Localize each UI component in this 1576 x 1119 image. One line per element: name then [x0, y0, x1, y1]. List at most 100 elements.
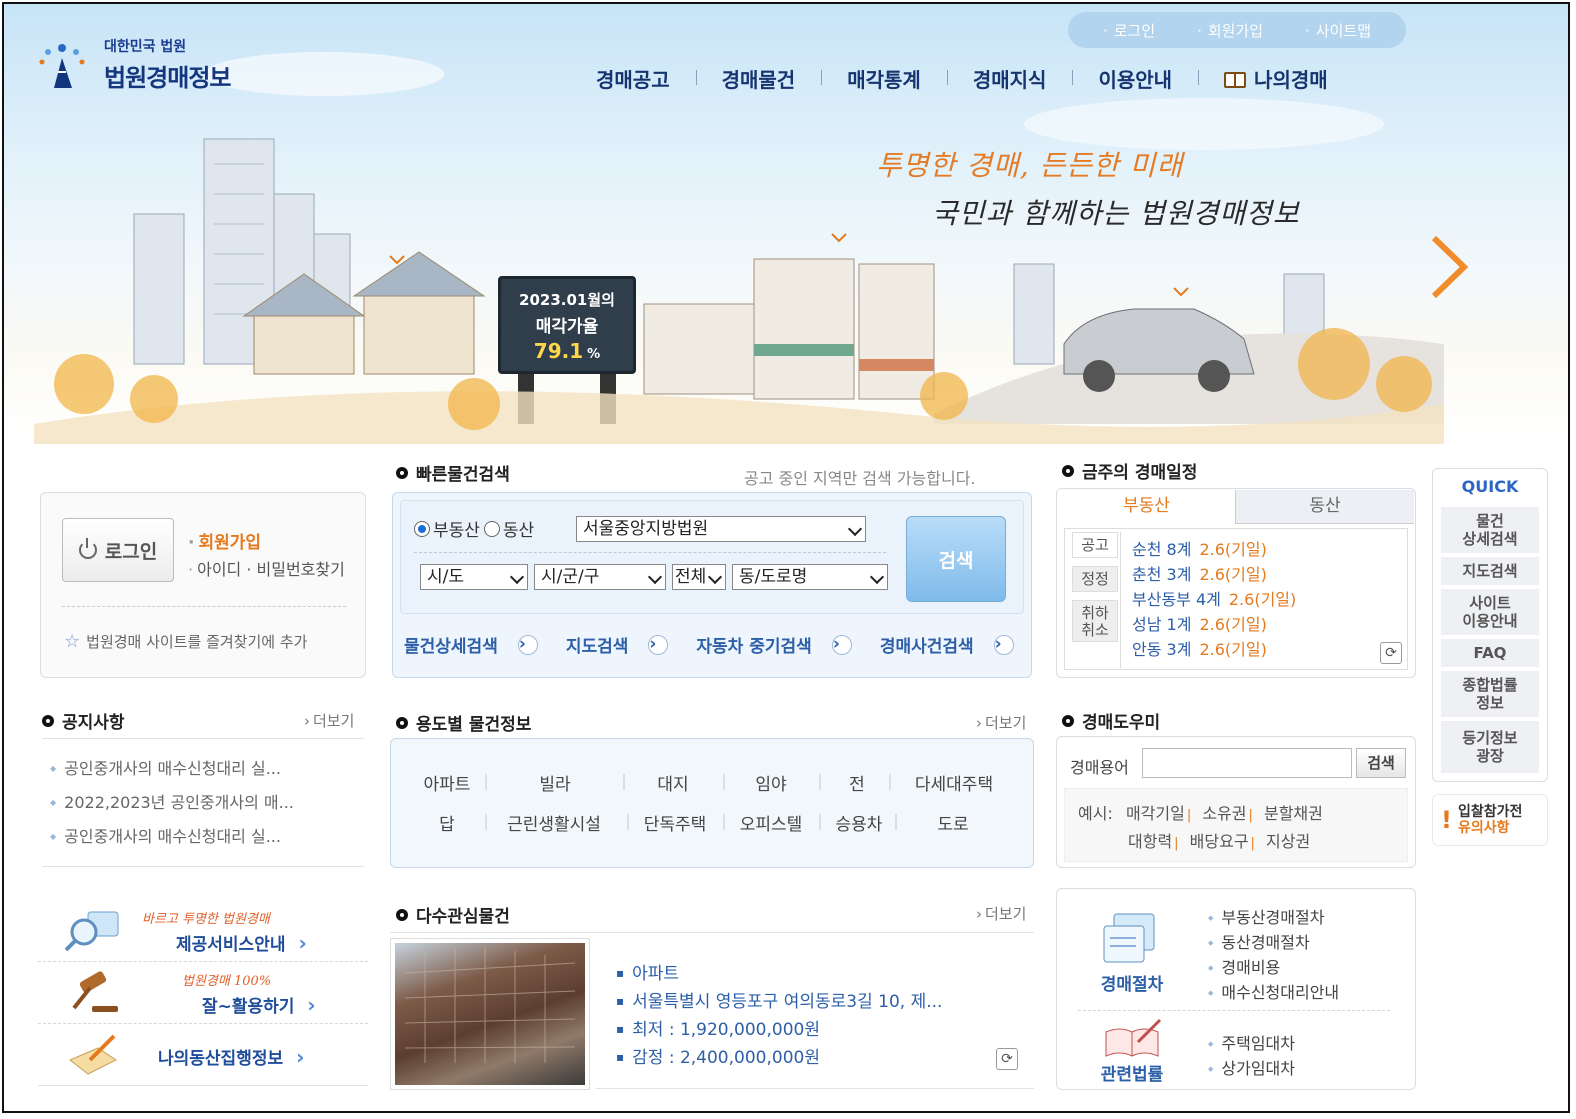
term-search-button[interactable]: 검색	[1356, 748, 1406, 778]
schedule-item[interactable]: 성남 1계 2.6(기일)	[1132, 611, 1296, 636]
link-case-search[interactable]: 경매사건검색 ›	[880, 632, 1028, 657]
procedure-item[interactable]: 부동산경매절차	[1208, 904, 1324, 928]
tab-realestate[interactable]: 부동산	[1058, 490, 1236, 524]
schedule-date-type: (기일)	[1224, 565, 1267, 584]
term-link[interactable]: 분할채권	[1264, 804, 1323, 823]
logo-title[interactable]: 법원경매정보	[104, 58, 231, 93]
procedure-title[interactable]: 경매절차	[1082, 970, 1182, 995]
court-select[interactable]: 서울중앙지방법원	[576, 516, 866, 542]
schedule-refresh-icon[interactable]: ⟳	[1380, 642, 1402, 664]
side-tab-notice[interactable]: 공고	[1072, 532, 1118, 558]
term-link[interactable]: 대항력	[1128, 832, 1172, 851]
schedule-item[interactable]: 순천 8계 2.6(기일)	[1132, 536, 1296, 561]
bullet-icon	[42, 714, 54, 727]
dong-select[interactable]: 동/도로명	[732, 564, 888, 590]
term-link[interactable]: 소유권	[1202, 804, 1246, 823]
term-link[interactable]: 배당요구	[1190, 832, 1249, 851]
interest-address[interactable]: 서울특별시 영등포구 여의동로3길 10, 제...	[616, 987, 942, 1012]
side-tab-correction[interactable]: 정정	[1072, 566, 1118, 592]
radio-checked-icon	[414, 520, 430, 537]
link-vehicle-search[interactable]: 자동차 중기검색 ›	[696, 632, 865, 657]
law-title[interactable]: 관련법률	[1082, 1060, 1182, 1085]
interest-type[interactable]: 아파트	[616, 959, 679, 984]
find-id-password-link[interactable]: 아이디 · 비밀번호찾기	[188, 556, 345, 580]
quick-faq[interactable]: FAQ	[1441, 639, 1539, 667]
term-separator: |	[1248, 808, 1253, 823]
schedule-date-type: (기일)	[1224, 540, 1267, 559]
usage-title: 용도별 물건정보	[396, 710, 531, 735]
util-sitemap-link[interactable]: 사이트맵	[1305, 20, 1371, 41]
procedure-icon	[1103, 913, 1155, 963]
bullet-icon	[396, 466, 408, 479]
law-item[interactable]: 상가임대차	[1208, 1055, 1295, 1079]
bid-caution-banner[interactable]: ! 입찰참가전 유의사항	[1432, 794, 1548, 846]
star-icon: ☆	[64, 631, 81, 652]
service-guide-label: 제공서비스안내	[176, 930, 307, 955]
interest-title-label: 다수관심물건	[416, 907, 510, 927]
nav-auction-notice[interactable]: 경매공고	[570, 64, 696, 93]
link-detail-search[interactable]: 물건상세검색 ›	[404, 632, 552, 657]
sigungu-select[interactable]: 시/군/구	[534, 564, 666, 590]
quick-map-search[interactable]: 지도검색	[1441, 557, 1539, 585]
all-select[interactable]: 전체	[672, 564, 726, 590]
schedule-item[interactable]: 춘천 3계 2.6(기일)	[1132, 561, 1296, 586]
procedure-item[interactable]: 동산경매절차	[1208, 929, 1309, 953]
law-item[interactable]: 주택임대차	[1208, 1030, 1295, 1054]
schedule-date: 2.6(기일)	[1199, 565, 1266, 584]
tab-movable[interactable]: 동산	[1236, 490, 1414, 524]
schedule-date-type: (기일)	[1224, 615, 1267, 634]
quick-registry-info[interactable]: 등기정보 광장	[1441, 721, 1539, 773]
usage-more-link[interactable]: 더보기	[976, 712, 1026, 733]
interest-photo[interactable]	[390, 938, 590, 1090]
add-favorite-link[interactable]: ☆ 법원경매 사이트를 즐겨찾기에 추가	[64, 631, 307, 652]
term-link[interactable]: 매각기일	[1126, 804, 1185, 823]
quick-detail-search[interactable]: 물건 상세검색	[1441, 507, 1539, 553]
interest-more-link[interactable]: 더보기	[976, 903, 1026, 924]
quick-bar: QUICK 물건 상세검색 지도검색 사이트 이용안내 FAQ 종합법률 정보 …	[1432, 468, 1548, 782]
book-icon	[1224, 72, 1247, 88]
banner-next-arrow-icon[interactable]	[1424, 232, 1474, 302]
my-movable-execution-banner[interactable]: 나의동산집행정보	[38, 1024, 368, 1086]
schedule-item[interactable]: 부산동부 4계 2.6(기일)	[1132, 586, 1296, 611]
schedule-date-type: (기일)	[1224, 640, 1267, 659]
interest-title: 다수관심물건	[396, 902, 510, 927]
nav-my-auction[interactable]: 나의경매	[1198, 64, 1354, 93]
schedule-item[interactable]: 안동 3계 2.6(기일)	[1132, 636, 1296, 661]
radio-realestate-label: 부동산	[433, 521, 480, 541]
notice-more-link[interactable]: 더보기	[304, 710, 354, 731]
nav-auction-items[interactable]: 경매물건	[695, 64, 822, 93]
term-label: 경매용어	[1070, 758, 1129, 777]
radio-movable[interactable]: 동산	[483, 516, 534, 541]
usage-tips-sub: 법원경매 100%	[182, 974, 272, 989]
court-logo-icon[interactable]	[32, 32, 92, 92]
quick-search-button[interactable]: 검색	[906, 516, 1006, 602]
notice-item[interactable]: 2022,2023년 공인중개사의 매...	[50, 790, 362, 824]
login-button[interactable]: 로그인	[62, 518, 174, 582]
nav-usage-guide[interactable]: 이용안내	[1072, 64, 1198, 93]
quick-legal-info[interactable]: 종합법률 정보	[1441, 671, 1539, 717]
sido-select[interactable]: 시/도	[420, 564, 528, 590]
nav-auction-knowledge[interactable]: 경매지식	[946, 64, 1073, 93]
quick-site-guide[interactable]: 사이트 이용안내	[1441, 589, 1539, 635]
term-separator: |	[1186, 808, 1192, 823]
side-tab-cancel[interactable]: 취소	[1072, 620, 1118, 642]
usage-tips-banner[interactable]: 법원경매 100% 잘~활용하기	[38, 962, 368, 1024]
notice-item[interactable]: 공인중개사의 매수신청대리 실...	[50, 756, 362, 790]
service-guide-sub: 바르고 투명한 법원경매	[142, 912, 270, 927]
term-link[interactable]: 지상권	[1266, 832, 1310, 851]
nav-sales-stats[interactable]: 매각통계	[821, 64, 947, 93]
refresh-icon[interactable]: ⟳	[996, 1048, 1018, 1070]
sale-rate-billboard[interactable]: 2023.01월의 매각가율 79.1%	[498, 276, 636, 374]
schedule-date: 2.6(기일)	[1199, 615, 1266, 634]
util-join-link[interactable]: 회원가입	[1197, 20, 1263, 41]
util-login-link[interactable]: 로그인	[1103, 20, 1155, 41]
join-link[interactable]: 회원가입	[188, 528, 261, 553]
service-guide-banner[interactable]: 바르고 투명한 법원경매 제공서비스안내	[38, 900, 368, 962]
procedure-item[interactable]: 경매비용	[1208, 954, 1280, 978]
term-search-input[interactable]	[1142, 748, 1352, 778]
notice-top-line	[42, 738, 364, 739]
notice-item[interactable]: 공인중개사의 매수신청대리 실...	[50, 824, 362, 858]
procedure-item[interactable]: 매수신청대리안내	[1208, 979, 1339, 1003]
radio-realestate[interactable]: 부동산	[414, 516, 480, 541]
link-map-search[interactable]: 지도검색 ›	[566, 632, 683, 657]
